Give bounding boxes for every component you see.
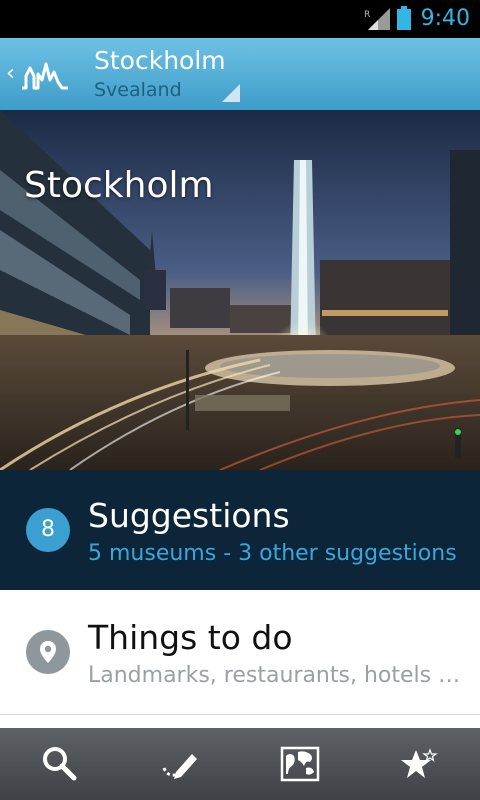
things-to-do-item[interactable]: Things to do Landmarks, restaurants, hot… [0,590,480,715]
map-icon [280,746,320,782]
suggestions-heading: Suggestions [88,496,290,535]
bottom-toolbar [0,728,480,800]
page-title[interactable]: Stockholm [94,46,226,76]
suggestions-count-badge: 8 [26,508,70,552]
svg-text:R: R [364,10,370,20]
battery-icon [397,6,411,30]
things-to-do-heading: Things to do [88,618,293,657]
search-button[interactable] [0,728,120,800]
things-to-do-summary: Landmarks, restaurants, hotels … [88,663,458,688]
edit-route-icon [162,754,197,779]
favorites-star-icon [401,748,438,778]
signal-icon: R [364,8,390,30]
suggestions-summary: 5 museums - 3 other suggestions [88,541,457,566]
action-bar: ‹ Stockholm Svealand [0,38,480,110]
up-chevron-icon[interactable]: ‹ [6,60,15,88]
edit-route-button[interactable] [120,728,240,800]
hero-image: Stockholm [0,110,480,470]
status-time: 9:40 [420,6,470,31]
search-icon [43,747,77,781]
region-subtitle[interactable]: Svealand [94,78,182,102]
app-logo-icon[interactable] [20,58,70,92]
location-pin-icon [26,630,70,674]
status-bar: R 9:40 [0,0,480,38]
dropdown-corner-icon[interactable] [222,84,240,102]
favorites-button[interactable] [360,728,480,800]
map-button[interactable] [240,728,360,800]
hero-title: Stockholm [24,165,214,206]
suggestions-item[interactable]: 8 Suggestions 5 museums - 3 other sugges… [0,470,480,590]
